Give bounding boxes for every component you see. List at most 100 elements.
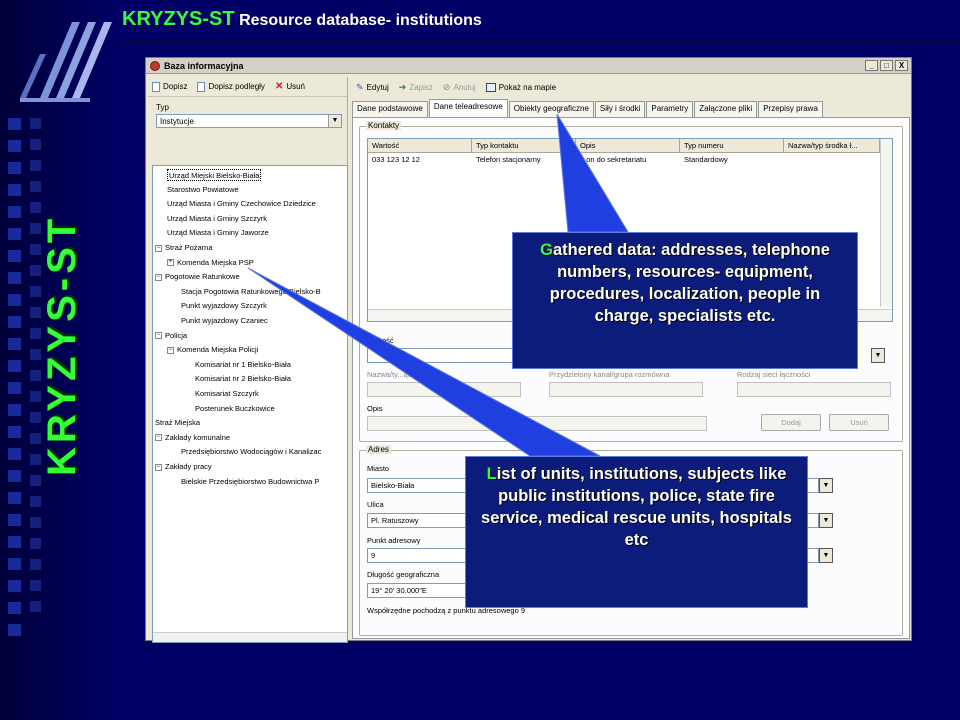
description-input[interactable]	[367, 416, 707, 431]
institution-tree[interactable]: Urząd Miejski Bielsko-Biała Starostwo Pow…	[152, 165, 348, 643]
tab-item[interactable]: Przepisy prawa	[758, 101, 823, 117]
collapse-icon[interactable]: −	[155, 332, 162, 340]
tree-item-label: Punkt wyjazdowy Czaniec	[181, 316, 268, 325]
add-contact-button[interactable]: Dodaj	[761, 414, 821, 431]
expand-icon[interactable]: +	[167, 259, 174, 267]
tree-item-label: Starostwo Powiatowe	[167, 184, 239, 194]
chevron-down-icon[interactable]: ▼	[819, 478, 833, 493]
tree-item[interactable]: + Komenda Miejska PSP	[167, 257, 254, 269]
show-on-map-button[interactable]: Pokaż na mapie	[485, 82, 556, 92]
chevron-down-icon[interactable]: ▼	[871, 348, 885, 363]
assigned-channel-input[interactable]	[549, 382, 703, 397]
table-row[interactable]: 033 123 12 12 Telefon stacjonarny ...on do…	[368, 153, 892, 166]
tree-item[interactable]: Komisariat nr 2 Bielsko-Biała	[195, 373, 291, 385]
tree-item-label: Zakłady komunalne	[165, 432, 231, 442]
column-header[interactable]: Typ kontaktu	[472, 139, 576, 152]
contact-value-label: ...artość	[367, 336, 394, 345]
title-divider	[118, 42, 960, 44]
tree-item[interactable]: Stacja Pogotowia Ratunkowego Bielsko-B	[181, 286, 321, 298]
tree-item[interactable]: Punkt wyjazdowy Czaniec	[181, 315, 268, 327]
edit-icon: ✎	[356, 81, 364, 92]
tab-item[interactable]: Dane podstawowe	[352, 101, 428, 117]
chevron-down-icon[interactable]: ▼	[819, 548, 833, 563]
tree-item[interactable]: Starostwo Powiatowe	[167, 184, 239, 196]
street-label: Ulica	[367, 500, 384, 509]
cancel-icon: ⊘	[442, 81, 451, 92]
tree-item[interactable]: Punkt wyjazdowy Szczyrk	[181, 300, 267, 312]
tree-item[interactable]: Posterunek Buczkowice	[195, 403, 275, 415]
tab-item[interactable]: Parametry	[646, 101, 694, 117]
maximize-button[interactable]: □	[880, 60, 893, 71]
chevron-down-icon[interactable]: ▼	[819, 513, 833, 528]
table-cell: 033 123 12 12	[372, 155, 420, 164]
edit-button[interactable]: ✎ Edytuj	[356, 82, 389, 93]
collapse-icon[interactable]: −	[155, 463, 162, 471]
tree-item[interactable]: Urząd Miasta i Gminy Czechowice Dziedzic…	[167, 198, 316, 210]
units-list-callout: List of units, institutions, subjects li…	[465, 456, 808, 608]
tab-item[interactable]: Obiekty geograficzne	[508, 101, 594, 117]
tree-item[interactable]: Urząd Miejski Bielsko-Biała	[167, 169, 262, 181]
type-select[interactable]: Instytucje ▼	[156, 114, 342, 128]
tree-item[interactable]: − Komenda Miejska Policji	[167, 344, 258, 356]
callout-text: ist of units, institutions, subjects lik…	[481, 465, 792, 549]
network-type-input[interactable]	[737, 382, 891, 397]
tree-item[interactable]: Straż Miejska	[155, 417, 200, 429]
contacts-table-header: Wartość Typ kontaktu Opis Typ numeru Nazwa/t…	[368, 139, 892, 153]
window-titlebar[interactable]: Baza informacyjna _ □ X	[146, 58, 911, 74]
contact-value-input[interactable]	[367, 348, 527, 363]
close-button[interactable]: X	[895, 60, 908, 71]
description-label: Opis	[367, 404, 383, 413]
tree-item[interactable]: − Zakłady komunalne	[155, 432, 230, 444]
column-header[interactable]: Wartość	[368, 139, 472, 152]
tree-item-label: Posterunek Buczkowice	[195, 403, 275, 413]
tree-item-label: Pogotowie Ratunkowe	[165, 272, 240, 282]
city-label: Miasto	[367, 464, 390, 473]
tree-item-label: Stacja Pogotowia Ratunkowego Bielsko-B	[181, 286, 321, 296]
channel-type-label: Nazwa/ty...ączności	[367, 370, 433, 379]
tree-item[interactable]: Urząd Miasta i Gminy Szczyrk	[167, 213, 267, 225]
add-child-button[interactable]: Dopisz podległy	[197, 81, 265, 92]
tree-item[interactable]: − Pogotowie Ratunkowe	[155, 271, 240, 283]
tree-item[interactable]: Przedsiębiorstwo Wodociągów i Kanalizac	[181, 446, 321, 458]
app-icon	[150, 60, 160, 71]
tree-item[interactable]: − Policja	[155, 330, 187, 342]
tree-item-label: Urząd Miasta i Gminy Czechowice Dziedzic…	[167, 199, 316, 209]
tree-item-label: Zakłady pracy	[165, 462, 212, 471]
tree-item[interactable]: − Zakłady pracy	[155, 461, 212, 473]
contacts-vertical-scrollbar[interactable]	[880, 139, 892, 307]
tab-item[interactable]: Załączone pliki	[694, 101, 758, 117]
tab-item[interactable]: Dane teleadresowe	[428, 99, 508, 117]
collapse-icon[interactable]: −	[155, 434, 162, 442]
column-header[interactable]: Typ numeru	[680, 139, 784, 152]
callout-text: athered data: addresses, telephone numbe…	[549, 241, 830, 325]
remove-contact-button[interactable]: Usuń	[829, 414, 889, 431]
column-header[interactable]: Opis	[576, 139, 680, 152]
column-header[interactable]: Nazwa/typ środka ł...	[784, 139, 880, 152]
add-button[interactable]: Dopisz	[152, 81, 187, 92]
tree-item-label: Straż Miejska	[155, 418, 201, 428]
tab-item[interactable]: Siły i środki	[594, 101, 646, 117]
table-cell: Standardowy	[684, 155, 728, 164]
save-button[interactable]: ➔ Zapisz	[399, 82, 433, 93]
delete-button[interactable]: ✕ Usuń	[275, 81, 305, 91]
tree-item[interactable]: Bielskie Przedsiębiorstwo Budownictwa P	[181, 476, 319, 488]
tree-item[interactable]: Komisariat Szczyrk	[195, 388, 259, 400]
tree-horizontal-scrollbar[interactable]	[153, 632, 347, 642]
minimize-button[interactable]: _	[865, 60, 878, 71]
collapse-icon[interactable]: −	[155, 244, 162, 252]
tree-item[interactable]: Komisariat nr 1 Bielsko-Biała	[195, 359, 291, 371]
network-type-label: Rodzaj sieci łączności	[737, 370, 811, 379]
table-cell: ...on do sekretariatu	[580, 155, 647, 164]
channel-type-input[interactable]	[367, 382, 521, 397]
cancel-button[interactable]: ⊘ Anuluj	[443, 82, 476, 93]
collapse-icon[interactable]: −	[155, 273, 162, 281]
tree-item[interactable]: − Straż Pożarna	[155, 242, 213, 254]
contacts-table-body: 033 123 12 12 Telefon stacjonarny ...on do…	[368, 153, 892, 166]
save-arrow-icon: ➔	[398, 81, 407, 92]
tree-item[interactable]: Urząd Miasta i Gminy Jaworze	[167, 227, 269, 239]
chevron-down-icon[interactable]: ▼	[328, 115, 341, 127]
tree-item-label: Punkt wyjazdowy Szczyrk	[181, 301, 267, 311]
collapse-icon[interactable]: −	[167, 346, 174, 354]
type-label: Typ	[156, 103, 169, 112]
address-point-label: Punkt adresowy	[367, 536, 421, 545]
